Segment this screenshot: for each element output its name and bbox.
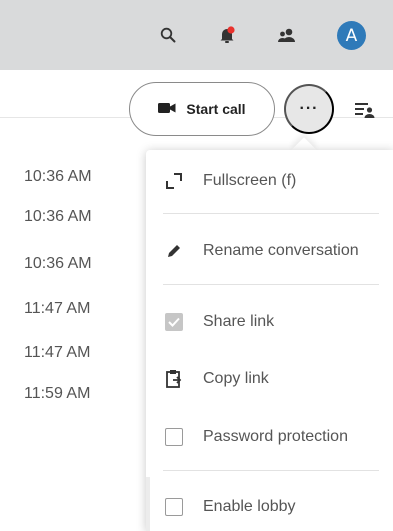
top-bar: A: [0, 0, 393, 70]
fullscreen-icon: [164, 171, 184, 191]
menu-item-rename-conversation[interactable]: Rename conversation: [146, 229, 393, 273]
checkbox-checked-icon: [165, 313, 183, 331]
message-time: 11:59 AM: [24, 385, 91, 402]
start-call-button[interactable]: Start call: [129, 82, 275, 136]
menu-divider: [163, 213, 379, 214]
share-link-checkbox[interactable]: [164, 312, 184, 332]
menu-item-label: Enable lobby: [203, 498, 296, 515]
menu-item-fullscreen[interactable]: Fullscreen (f): [146, 159, 393, 203]
menu-item-enable-lobby[interactable]: Enable lobby: [146, 485, 393, 529]
menu-item-label: Copy link: [203, 370, 269, 387]
menu-item-copy-link[interactable]: Copy link: [146, 357, 393, 401]
menu-item-label: Rename conversation: [203, 242, 359, 259]
message-time: 10:36 AM: [24, 255, 92, 272]
message-time: 10:36 AM: [24, 168, 92, 185]
notifications-icon[interactable]: [214, 22, 240, 48]
search-icon[interactable]: [155, 22, 181, 48]
message-time: 11:47 AM: [24, 300, 91, 317]
contacts-icon[interactable]: [274, 22, 300, 48]
checkbox-unchecked-icon: [165, 498, 183, 516]
menu-item-label: Fullscreen (f): [203, 172, 297, 189]
sidebar-toggle-icon[interactable]: [354, 100, 376, 120]
menu-item-label: Share link: [203, 313, 275, 330]
avatar-initial: A: [345, 25, 358, 46]
enable-lobby-checkbox[interactable]: [164, 497, 184, 517]
menu-item-password-protection[interactable]: Password protection: [146, 415, 393, 459]
pencil-icon: [164, 241, 184, 261]
more-icon: ···: [299, 100, 319, 117]
clipboard-icon: [164, 369, 184, 389]
menu-scroll-edge: [146, 477, 150, 531]
menu-divider: [163, 470, 379, 471]
message-time: 11:47 AM: [24, 344, 91, 361]
menu-divider: [163, 284, 379, 285]
message-time: 10:36 AM: [24, 208, 92, 225]
video-camera-icon: [158, 101, 176, 117]
conversation-actions-menu: Fullscreen (f) Rename conversation Share…: [146, 150, 393, 531]
start-call-label: Start call: [186, 101, 246, 117]
menu-item-share-link[interactable]: Share link: [146, 300, 393, 344]
more-actions-button[interactable]: ···: [284, 84, 334, 134]
password-protection-checkbox[interactable]: [164, 427, 184, 447]
checkbox-unchecked-icon: [165, 428, 183, 446]
avatar[interactable]: A: [337, 21, 366, 50]
menu-item-label: Password protection: [203, 428, 348, 445]
